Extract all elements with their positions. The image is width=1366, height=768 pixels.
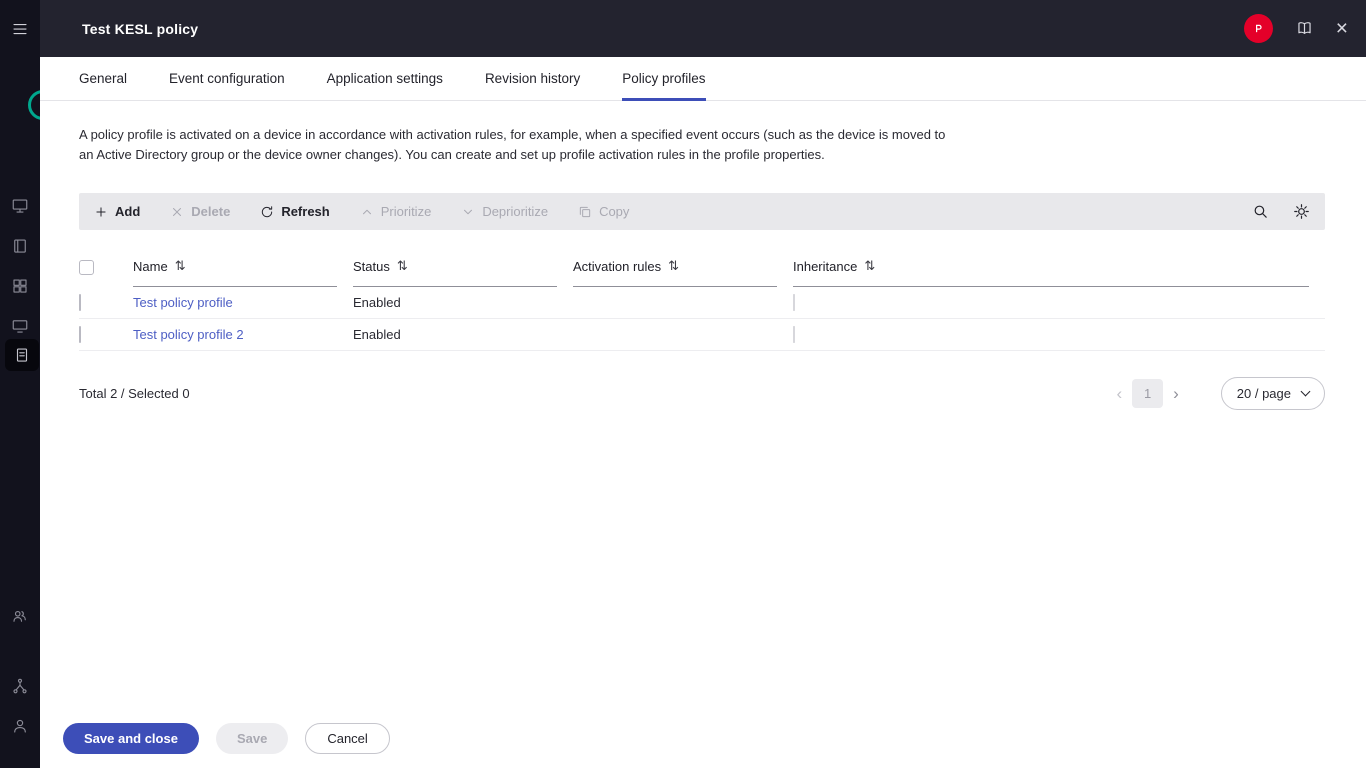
row-checkbox[interactable]: [79, 294, 81, 311]
deprioritize-button[interactable]: Deprioritize: [461, 204, 548, 219]
x-icon: [170, 205, 184, 219]
pagination-bar: Total 2 / Selected 0 ‹ 1 › 20 / page: [79, 377, 1325, 410]
column-header-activation-rules[interactable]: Activation rules ⇅: [573, 248, 793, 287]
column-header-status[interactable]: Status ⇅: [353, 248, 573, 287]
status-cell: Enabled: [353, 319, 573, 351]
column-header-name[interactable]: Name ⇅: [133, 248, 353, 287]
prioritize-button[interactable]: Prioritize: [360, 204, 432, 219]
titlebar-actions: ×: [1244, 14, 1348, 43]
hierarchy-icon[interactable]: [0, 670, 40, 702]
tab-policy-profiles[interactable]: Policy profiles: [622, 57, 705, 100]
selection-summary: Total 2 / Selected 0: [79, 386, 190, 401]
table-row: Test policy profile Enabled: [79, 287, 1325, 319]
plus-icon: [94, 205, 108, 219]
copy-icon: [578, 205, 592, 219]
sort-icon[interactable]: ⇅: [668, 258, 679, 274]
refresh-icon: [260, 205, 274, 219]
sort-icon[interactable]: ⇅: [397, 258, 408, 274]
close-icon[interactable]: ×: [1336, 18, 1348, 39]
inheritance-checkbox-disabled: [793, 326, 795, 343]
footer-actions: Save and close Save Cancel: [40, 711, 1366, 768]
content-area: A policy profile is activated on a devic…: [40, 101, 1366, 711]
inheritance-checkbox-disabled: [793, 294, 795, 311]
add-button[interactable]: Add: [94, 204, 140, 219]
refresh-button[interactable]: Refresh: [260, 204, 329, 219]
tab-event-configuration[interactable]: Event configuration: [169, 57, 285, 100]
profile-link[interactable]: Test policy profile 2: [133, 327, 244, 342]
catalog-book-icon[interactable]: [0, 230, 40, 262]
help-book-icon[interactable]: [1295, 19, 1314, 38]
gear-icon[interactable]: [1293, 203, 1310, 220]
sidebar: [0, 0, 40, 768]
sort-icon[interactable]: ⇅: [864, 258, 875, 274]
next-page-icon[interactable]: ›: [1163, 384, 1189, 404]
policy-profile-description: A policy profile is activated on a devic…: [79, 125, 951, 165]
tab-bar: General Event configuration Application …: [40, 57, 1366, 101]
cancel-button[interactable]: Cancel: [305, 723, 389, 754]
pagination-controls: ‹ 1 › 20 / page: [1106, 377, 1325, 410]
tab-revision-history[interactable]: Revision history: [485, 57, 580, 100]
page-size-select[interactable]: 20 / page: [1221, 377, 1325, 410]
sidebar-item-policies-active[interactable]: [5, 339, 39, 371]
profile-link[interactable]: Test policy profile: [133, 295, 233, 310]
toolbar-right: [1252, 203, 1310, 220]
table-header-row: Name ⇅ Status ⇅: [79, 248, 1325, 287]
activation-rules-cell: [573, 287, 793, 319]
activation-rules-cell: [573, 319, 793, 351]
monitoring-dashboard-icon[interactable]: [0, 190, 40, 222]
app-window: Test KESL policy × General Event configu…: [0, 0, 1366, 768]
tab-application-settings[interactable]: Application settings: [327, 57, 443, 100]
delete-button[interactable]: Delete: [170, 204, 230, 219]
sort-icon[interactable]: ⇅: [175, 258, 186, 274]
profiles-table: Name ⇅ Status ⇅: [79, 248, 1325, 351]
chevron-down-icon: [461, 205, 475, 219]
search-icon[interactable]: [1252, 203, 1269, 220]
table-row: Test policy profile 2 Enabled: [79, 319, 1325, 351]
save-button[interactable]: Save: [216, 723, 288, 754]
select-all-checkbox[interactable]: [79, 260, 94, 275]
main-panel: Test KESL policy × General Event configu…: [40, 0, 1366, 768]
apps-grid-icon[interactable]: [0, 270, 40, 302]
copy-button[interactable]: Copy: [578, 204, 629, 219]
save-and-close-button[interactable]: Save and close: [63, 723, 199, 754]
status-cell: Enabled: [353, 287, 573, 319]
tab-general[interactable]: General: [79, 57, 127, 100]
current-page-button[interactable]: 1: [1132, 379, 1163, 408]
devices-icon[interactable]: [0, 310, 40, 342]
kaspersky-badge-icon[interactable]: [1244, 14, 1273, 43]
column-header-inheritance[interactable]: Inheritance ⇅: [793, 248, 1325, 287]
page-title: Test KESL policy: [82, 21, 198, 37]
account-person-icon[interactable]: [0, 710, 40, 742]
table-toolbar: Add Delete Refresh Prioritize Deprioriti…: [79, 193, 1325, 230]
chevron-down-icon: [1301, 387, 1311, 397]
users-icon[interactable]: [0, 600, 40, 632]
chevron-up-icon: [360, 205, 374, 219]
kaspersky-logo-arc: [28, 90, 40, 120]
hamburger-menu-icon[interactable]: [0, 13, 40, 45]
prev-page-icon[interactable]: ‹: [1106, 384, 1132, 404]
row-checkbox[interactable]: [79, 326, 81, 343]
titlebar: Test KESL policy ×: [40, 0, 1366, 57]
